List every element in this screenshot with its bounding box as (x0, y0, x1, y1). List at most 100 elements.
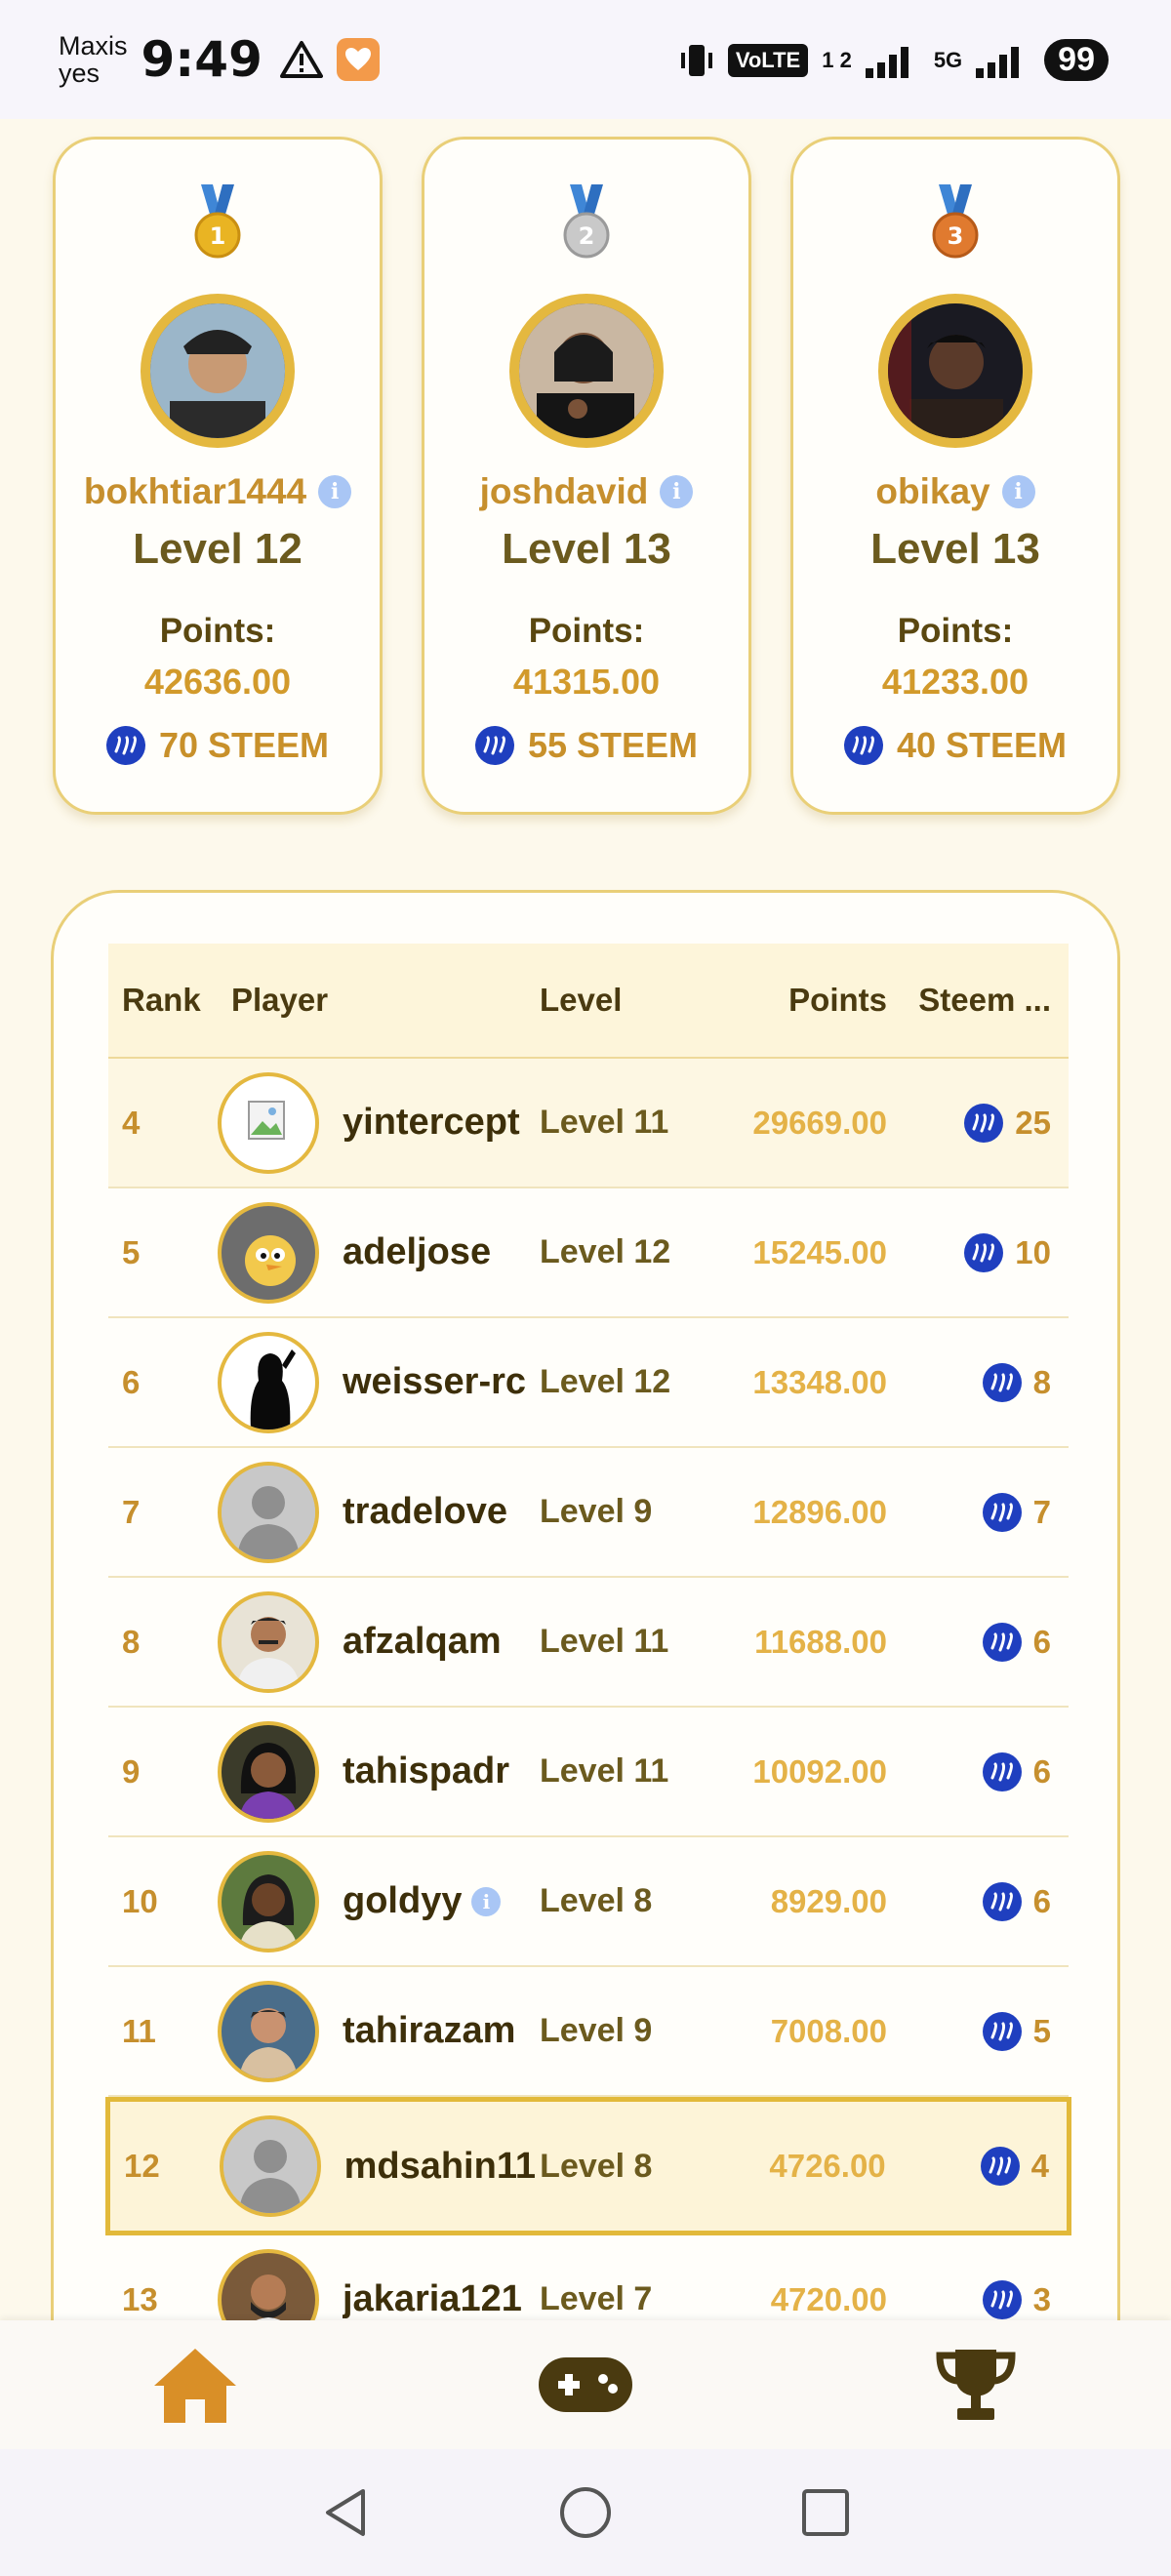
row-username: yintercept (343, 1102, 520, 1143)
steem-icon (982, 1751, 1022, 1791)
battery-indicator: 99 (1044, 39, 1109, 81)
status-time: 9:49 (141, 31, 262, 88)
row-steem-value: 6 (1032, 1752, 1051, 1790)
row-username: jakaria121 (343, 2278, 522, 2319)
row-username: tahirazam (343, 2010, 516, 2051)
system-navigation-bar (0, 2449, 1171, 2576)
info-icon[interactable]: i (1001, 475, 1035, 508)
table-row[interactable]: 10 goldyy i Level 8 8929.00 6 (108, 1837, 1069, 1967)
row-rank: 13 (122, 2280, 158, 2317)
row-username: tahispadr (343, 1751, 510, 1791)
row-points: 15245.00 (752, 1233, 887, 1270)
podium-username-text: obikay (875, 471, 990, 511)
row-player: adeljose (218, 1201, 540, 1304)
steem-icon (843, 726, 883, 765)
row-username: afzalqam (343, 1621, 502, 1662)
row-steem-value: 7 (1032, 1493, 1051, 1530)
avatar (218, 1720, 319, 1823)
avatar (218, 1331, 319, 1433)
row-level: Level 8 (540, 2147, 653, 2185)
row-steem: 10 (901, 1232, 1069, 1272)
steem-icon (105, 726, 145, 765)
podium-points-label: Points: (159, 612, 276, 650)
avatar (218, 1590, 319, 1693)
back-icon[interactable] (318, 2485, 373, 2540)
row-rank: 11 (122, 2012, 156, 2049)
row-points: 29669.00 (752, 1104, 887, 1141)
row-username: mdsahin11 (343, 2145, 536, 2187)
table-row[interactable]: 8 afzalqam Level 11 11688.00 6 (108, 1578, 1069, 1708)
row-player: tahirazam (218, 1980, 540, 2082)
row-points: 7008.00 (770, 2012, 887, 2049)
row-player: tahispadr (218, 1720, 540, 1823)
steem-icon (982, 1622, 1022, 1662)
row-steem: 6 (901, 1622, 1069, 1662)
info-icon[interactable]: i (318, 475, 352, 508)
info-icon[interactable]: i (471, 1886, 502, 1916)
row-steem: 6 (901, 1881, 1069, 1921)
row-steem-value: 3 (1032, 2280, 1051, 2317)
carrier-line1: Maxis (59, 31, 128, 60)
steem-icon (980, 2147, 1020, 2186)
podium-reward: 70 STEEM (56, 725, 380, 766)
podium-card-first[interactable]: 1 bokhtiar1444 i Level 12 Points: 42636.… (53, 137, 383, 815)
table-row[interactable]: 9 tahispadr Level 11 10092.00 6 (108, 1708, 1069, 1837)
table-row[interactable]: 11 tahirazam Level 9 7008.00 5 (108, 1967, 1069, 2097)
row-steem: 4 (900, 2147, 1067, 2186)
table-row[interactable]: 5 adeljose Level 12 15245.00 10 (108, 1188, 1069, 1318)
steem-icon (982, 1362, 1022, 1402)
status-indicators: VoLTE 1 2 5G 99 (679, 39, 1109, 81)
row-steem-value: 5 (1032, 2012, 1051, 2049)
podium-card-second[interactable]: 2 joshdavid i Level 13 Points: 41315.00 … (422, 137, 751, 815)
row-steem-value: 10 (1015, 1233, 1051, 1270)
row-player: afzalqam (218, 1590, 540, 1693)
bronze-medal-icon: 3 (932, 184, 979, 259)
avatar (218, 1201, 319, 1304)
podium-username: joshdavid i (424, 471, 748, 512)
row-level: Level 11 (540, 1623, 669, 1660)
row-steem-value: 8 (1032, 1363, 1051, 1400)
row-rank: 6 (122, 1363, 141, 1400)
podium-username: bokhtiar1444 i (56, 471, 380, 512)
row-steem: 5 (901, 2011, 1069, 2051)
row-rank: 4 (122, 1104, 141, 1141)
nav-games-button[interactable] (527, 2336, 644, 2434)
podium-points: 41315.00 (512, 662, 661, 702)
home-icon (154, 2349, 236, 2423)
podium-reward-text: 40 STEEM (896, 725, 1068, 765)
podium-card-third[interactable]: 3 obikay i Level 13 Points: 41233.00 40 … (790, 137, 1120, 815)
carrier-line2: yes (59, 59, 101, 88)
header-points: Points (788, 982, 887, 1018)
row-level: Level 11 (540, 1752, 669, 1790)
row-points: 13348.00 (752, 1363, 887, 1400)
nav-home-button[interactable] (137, 2336, 254, 2434)
svg-text:2: 2 (579, 222, 595, 250)
row-points: 10092.00 (752, 1752, 887, 1790)
podium-avatar (878, 294, 1032, 448)
row-player: goldyy i (218, 1850, 540, 1952)
carrier-label: Maxis yes (59, 32, 128, 87)
podium-username-text: bokhtiar1444 (83, 471, 307, 511)
row-steem-value: 6 (1032, 1623, 1051, 1660)
recents-icon[interactable] (798, 2485, 853, 2540)
podium-username: obikay i (793, 471, 1117, 512)
default-avatar-icon (219, 2115, 321, 2217)
info-icon[interactable]: i (660, 475, 694, 508)
row-steem: 3 (901, 2279, 1069, 2319)
gold-medal-icon: 1 (194, 184, 241, 259)
podium-points: 41233.00 (881, 662, 1030, 702)
home-circle-icon[interactable] (558, 2485, 613, 2540)
header-rank: Rank (122, 982, 201, 1018)
row-points: 4720.00 (770, 2280, 887, 2317)
broken-image-icon (218, 1071, 319, 1174)
nav-leaderboard-button[interactable] (917, 2336, 1034, 2434)
table-row-current-user[interactable]: 12 mdsahin11 Level 8 4726.00 4 (105, 2097, 1071, 2235)
table-row[interactable]: 4 yintercept Level 11 29669.00 25 (108, 1059, 1069, 1188)
row-player: weisser-rc (218, 1331, 540, 1433)
table-row[interactable]: 7 tradelove Level 9 12896.00 7 (108, 1448, 1069, 1578)
table-row[interactable]: 6 weisser-rc Level 12 13348.00 8 (108, 1318, 1069, 1448)
leaderboard-table[interactable]: Rank Player Level Points Steem ... 4 yin… (105, 944, 1071, 2365)
row-steem: 7 (901, 1492, 1069, 1532)
warning-icon (279, 41, 323, 78)
row-username: tradelove (343, 1491, 507, 1532)
